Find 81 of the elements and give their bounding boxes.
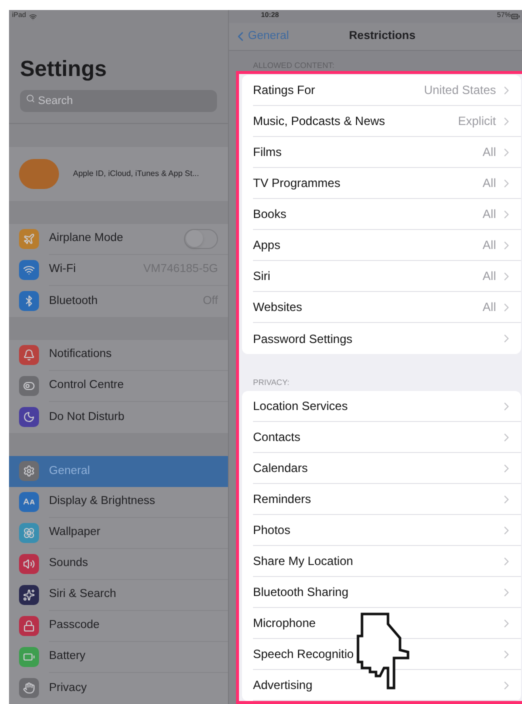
- item-label: General: [49, 464, 91, 479]
- row-label: Films: [253, 144, 283, 161]
- item-label: Battery: [49, 649, 86, 664]
- settings-row[interactable]: Apps All: [242, 230, 521, 261]
- row-label: Photos: [253, 522, 292, 539]
- row-label: Ratings For: [253, 82, 316, 99]
- settings-row[interactable]: Contacts: [242, 422, 521, 453]
- sidebar-item[interactable]: Privacy: [9, 672, 228, 704]
- row-value: All: [482, 237, 496, 254]
- settings-row[interactable]: Bluetooth Sharing: [242, 577, 521, 608]
- sidebar-item[interactable]: Sounds: [9, 548, 228, 580]
- sidebar-item[interactable]: Siri & Search: [9, 580, 228, 611]
- row-label: Reminders: [253, 491, 312, 508]
- wifi-signal-icon: [29, 12, 38, 21]
- row-label: Location Services: [253, 398, 349, 415]
- search-icon: [26, 94, 35, 104]
- item-label: Display & Brightness: [49, 494, 156, 510]
- sidebar-item[interactable]: Wallpaper: [9, 518, 228, 549]
- row-label: Books: [253, 206, 288, 223]
- account-label: Apple ID, iCloud, iTunes & App St...: [73, 168, 199, 180]
- settings-row[interactable]: Books All: [242, 199, 521, 230]
- settings-row[interactable]: Password Settings: [242, 323, 521, 354]
- row-label: Microphone: [253, 615, 317, 632]
- toggle-switch[interactable]: [184, 228, 218, 249]
- row-value: All: [482, 144, 496, 161]
- row-value: All: [482, 299, 496, 316]
- row-label: Speech Recognitio: [253, 646, 355, 663]
- item-label: Wallpaper: [49, 525, 102, 540]
- settings-row[interactable]: Share My Location: [242, 546, 521, 577]
- item-label: Notifications: [49, 347, 113, 362]
- photo-placeholder: [19, 159, 59, 190]
- row-label: Calendars: [253, 460, 309, 477]
- settings-row[interactable]: Ratings For United States: [242, 75, 521, 106]
- row-label: Music, Podcasts & News: [253, 113, 386, 130]
- row-label: Bluetooth Sharing: [253, 584, 350, 601]
- settings-row[interactable]: Advertising: [242, 670, 521, 701]
- item-label: Bluetooth: [49, 294, 99, 309]
- sidebar-item[interactable]: Display & Brightness: [9, 486, 228, 518]
- row-value: All: [482, 175, 496, 192]
- row-label: Share My Location: [253, 553, 354, 570]
- settings-row[interactable]: Microphone: [242, 608, 521, 639]
- row-label: Websites: [253, 299, 304, 316]
- item-label: Privacy: [49, 680, 88, 696]
- item-label: Passcode: [49, 618, 101, 634]
- settings-row[interactable]: Calendars: [242, 453, 521, 484]
- row-value: United States: [424, 82, 496, 99]
- settings-row[interactable]: Websites All: [242, 292, 521, 323]
- sidebar-item[interactable]: Passcode: [9, 610, 228, 642]
- row-label: Contacts: [253, 429, 302, 446]
- row-label: TV Programmes: [253, 175, 342, 192]
- row-value: Explicit: [458, 113, 496, 130]
- sidebar-item[interactable]: Battery: [9, 642, 228, 673]
- sidebar-item[interactable]: Airplane Mode: [9, 224, 228, 255]
- row-label: Apps: [253, 237, 282, 254]
- settings-row[interactable]: Location Services: [242, 391, 521, 422]
- item-label: Control Centre: [49, 378, 125, 394]
- sidebar-item[interactable]: Notifications: [9, 340, 228, 371]
- item-label: Do Not Disturb: [49, 410, 126, 425]
- settings-row[interactable]: Photos: [242, 515, 521, 546]
- row-label: Siri: [253, 268, 272, 285]
- sidebar-item[interactable]: Do Not Disturb: [9, 402, 228, 433]
- battery-icon: [511, 12, 520, 21]
- settings-row[interactable]: Music, Podcasts & News Explicit: [242, 106, 521, 137]
- settings-row[interactable]: Siri All: [242, 261, 521, 292]
- item-label: Siri & Search: [49, 587, 118, 602]
- search-field[interactable]: Search: [20, 90, 217, 112]
- item-label: Airplane Mode: [49, 231, 124, 246]
- sidebar-item[interactable]: Control Centre: [9, 370, 228, 402]
- row-label: Advertising: [253, 677, 314, 694]
- nav-title: Restrictions: [349, 28, 416, 44]
- item-label: Wi-Fi: [49, 262, 77, 278]
- item-label: Sounds: [49, 556, 90, 572]
- settings-row[interactable]: Films All: [242, 137, 521, 168]
- settings-row[interactable]: TV Programmes All: [242, 168, 521, 199]
- sidebar-title: Settings: [19, 56, 108, 82]
- settings-row[interactable]: Reminders: [242, 484, 521, 515]
- account-row[interactable]: Apple ID, iCloud, iTunes & App St...: [9, 147, 228, 201]
- section-header: PRIVACY:: [253, 378, 290, 388]
- row-value: All: [482, 206, 496, 223]
- row-value: All: [482, 268, 496, 285]
- row-label: Password Settings: [253, 330, 354, 348]
